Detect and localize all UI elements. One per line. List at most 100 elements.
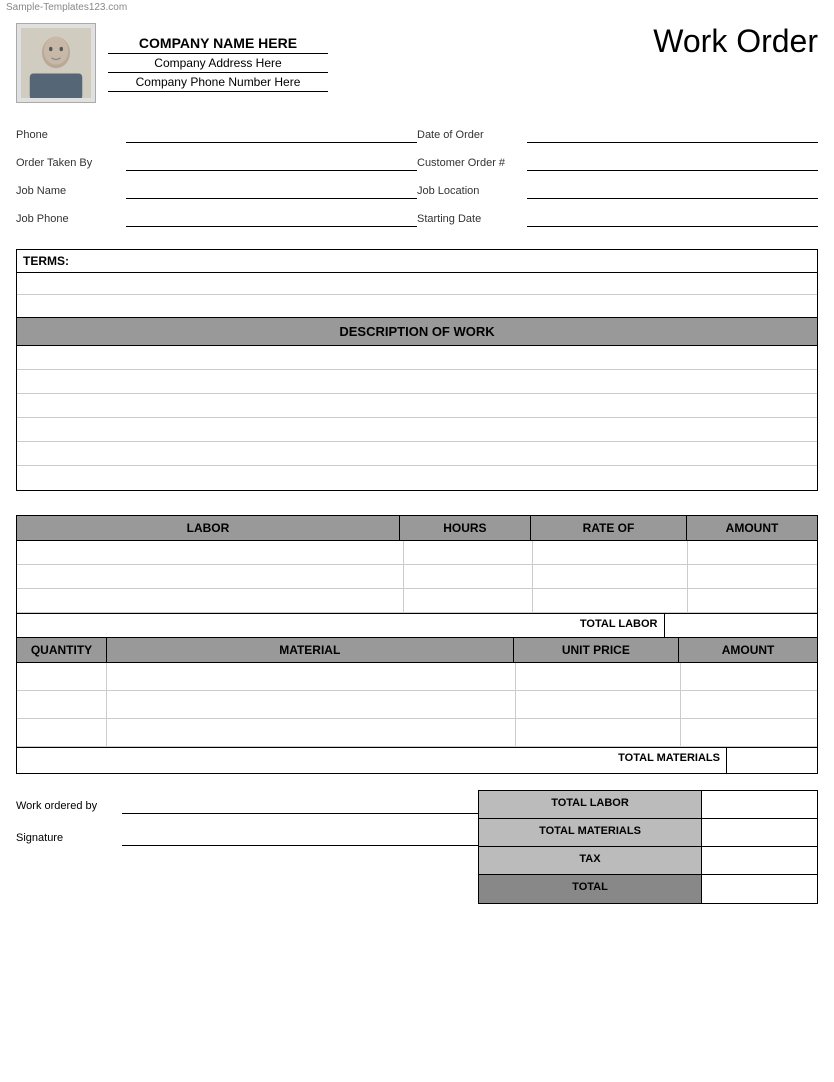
summary-tax-row: TAX [479, 847, 817, 875]
job-phone-input[interactable] [126, 211, 417, 227]
starting-date-row: Starting Date [417, 211, 818, 227]
signature-row: Signature [16, 830, 478, 846]
summary-tax-label: TAX [479, 847, 702, 874]
phone-label: Phone [16, 129, 126, 141]
job-name-label: Job Name [16, 185, 126, 197]
mat-cell-amount-1[interactable] [681, 663, 817, 690]
description-section: DESCRIPTION OF WORK [16, 318, 818, 491]
summary-total-value[interactable] [702, 875, 817, 903]
header: COMPANY NAME HERE Company Address Here C… [0, 15, 834, 111]
avatar [16, 23, 96, 103]
total-materials-value[interactable] [727, 748, 817, 773]
footer-section: Work ordered by Signature TOTAL LABOR TO… [16, 790, 818, 904]
total-labor-value[interactable] [665, 614, 818, 637]
mat-cell-amount-2[interactable] [681, 691, 817, 718]
mat-cell-unit-1[interactable] [516, 663, 680, 690]
summary-table: TOTAL LABOR TOTAL MATERIALS TAX TOTAL [478, 790, 818, 904]
labor-col-amount-header: AMOUNT [687, 516, 817, 540]
watermark: Sample-Templates123.com [0, 0, 834, 15]
desc-row-6 [17, 466, 817, 490]
footer-left: Work ordered by Signature [16, 790, 478, 846]
summary-total-materials-row: TOTAL MATERIALS [479, 819, 817, 847]
desc-row-5 [17, 442, 817, 466]
summary-total-materials-label: TOTAL MATERIALS [479, 819, 702, 846]
terms-row-1 [17, 273, 817, 295]
mat-cell-amount-3[interactable] [681, 719, 817, 746]
labor-col-hours-header: HOURS [400, 516, 531, 540]
desc-row-3 [17, 394, 817, 418]
labor-data-row-2 [17, 565, 817, 589]
materials-section: QUANTITY MATERIAL UNIT PRICE AMOUNT TOTA… [16, 638, 818, 774]
description-rows [17, 346, 817, 490]
mat-data-row-3 [17, 719, 817, 747]
labor-cell-rate-1[interactable] [533, 541, 688, 564]
signature-input[interactable] [122, 830, 478, 846]
total-materials-row: TOTAL MATERIALS [17, 747, 817, 773]
mat-cell-unit-2[interactable] [516, 691, 680, 718]
mat-cell-unit-3[interactable] [516, 719, 680, 746]
job-name-input[interactable] [126, 183, 417, 199]
date-input[interactable] [527, 127, 818, 143]
mat-cell-qty-3[interactable] [17, 719, 107, 746]
customer-order-label: Customer Order # [417, 157, 527, 169]
terms-section: TERMS: [16, 249, 818, 318]
summary-tax-value[interactable] [702, 847, 817, 874]
labor-section: LABOR HOURS RATE OF AMOUNT TOTAL LABOR [16, 515, 818, 638]
company-address: Company Address Here [108, 56, 328, 73]
page-title: Work Order [653, 23, 818, 60]
date-label: Date of Order [417, 129, 527, 141]
job-name-row: Job Name [16, 183, 417, 199]
total-labor-label: TOTAL LABOR [17, 614, 665, 637]
labor-cell-labor-3[interactable] [17, 589, 404, 612]
customer-order-input[interactable] [527, 155, 818, 171]
labor-cell-rate-3[interactable] [533, 589, 688, 612]
mat-cell-qty-1[interactable] [17, 663, 107, 690]
summary-total-row: TOTAL [479, 875, 817, 903]
mat-col-amount-header: AMOUNT [679, 638, 817, 662]
labor-header-row: LABOR HOURS RATE OF AMOUNT [17, 516, 817, 541]
mat-cell-material-2[interactable] [107, 691, 516, 718]
company-name: COMPANY NAME HERE [108, 35, 328, 54]
mat-cell-material-3[interactable] [107, 719, 516, 746]
work-ordered-input[interactable] [122, 798, 478, 814]
starting-date-label: Starting Date [417, 213, 527, 225]
phone-input[interactable] [126, 127, 417, 143]
form-fields: Phone Order Taken By Job Name Job Phone … [0, 127, 834, 233]
summary-total-labor-label: TOTAL LABOR [479, 791, 702, 818]
signature-label: Signature [16, 832, 116, 844]
total-labor-row: TOTAL LABOR [17, 613, 817, 637]
desc-row-2 [17, 370, 817, 394]
terms-row-2 [17, 295, 817, 317]
terms-header: TERMS: [17, 250, 817, 273]
labor-cell-labor-1[interactable] [17, 541, 404, 564]
labor-cell-labor-2[interactable] [17, 565, 404, 588]
job-location-label: Job Location [417, 185, 527, 197]
mat-cell-qty-2[interactable] [17, 691, 107, 718]
company-phone: Company Phone Number Here [108, 75, 328, 92]
labor-cell-amount-1[interactable] [688, 541, 817, 564]
desc-row-1 [17, 346, 817, 370]
work-ordered-row: Work ordered by [16, 798, 478, 814]
header-left: COMPANY NAME HERE Company Address Here C… [16, 23, 328, 103]
labor-cell-hours-3[interactable] [404, 589, 534, 612]
labor-cell-rate-2[interactable] [533, 565, 688, 588]
materials-header-row: QUANTITY MATERIAL UNIT PRICE AMOUNT [17, 638, 817, 663]
labor-cell-amount-3[interactable] [688, 589, 817, 612]
summary-total-labor-row: TOTAL LABOR [479, 791, 817, 819]
company-info: COMPANY NAME HERE Company Address Here C… [108, 35, 328, 92]
order-taken-label: Order Taken By [16, 157, 126, 169]
summary-total-labor-value[interactable] [702, 791, 817, 818]
labor-cell-hours-1[interactable] [404, 541, 534, 564]
summary-total-materials-value[interactable] [702, 819, 817, 846]
order-taken-input[interactable] [126, 155, 417, 171]
mat-cell-material-1[interactable] [107, 663, 516, 690]
work-ordered-label: Work ordered by [16, 800, 116, 812]
summary-total-label: TOTAL [479, 875, 702, 903]
job-location-input[interactable] [527, 183, 818, 199]
total-materials-label: TOTAL MATERIALS [17, 748, 727, 773]
mat-col-unit-header: UNIT PRICE [514, 638, 680, 662]
labor-cell-amount-2[interactable] [688, 565, 817, 588]
date-row: Date of Order [417, 127, 818, 143]
labor-cell-hours-2[interactable] [404, 565, 534, 588]
starting-date-input[interactable] [527, 211, 818, 227]
